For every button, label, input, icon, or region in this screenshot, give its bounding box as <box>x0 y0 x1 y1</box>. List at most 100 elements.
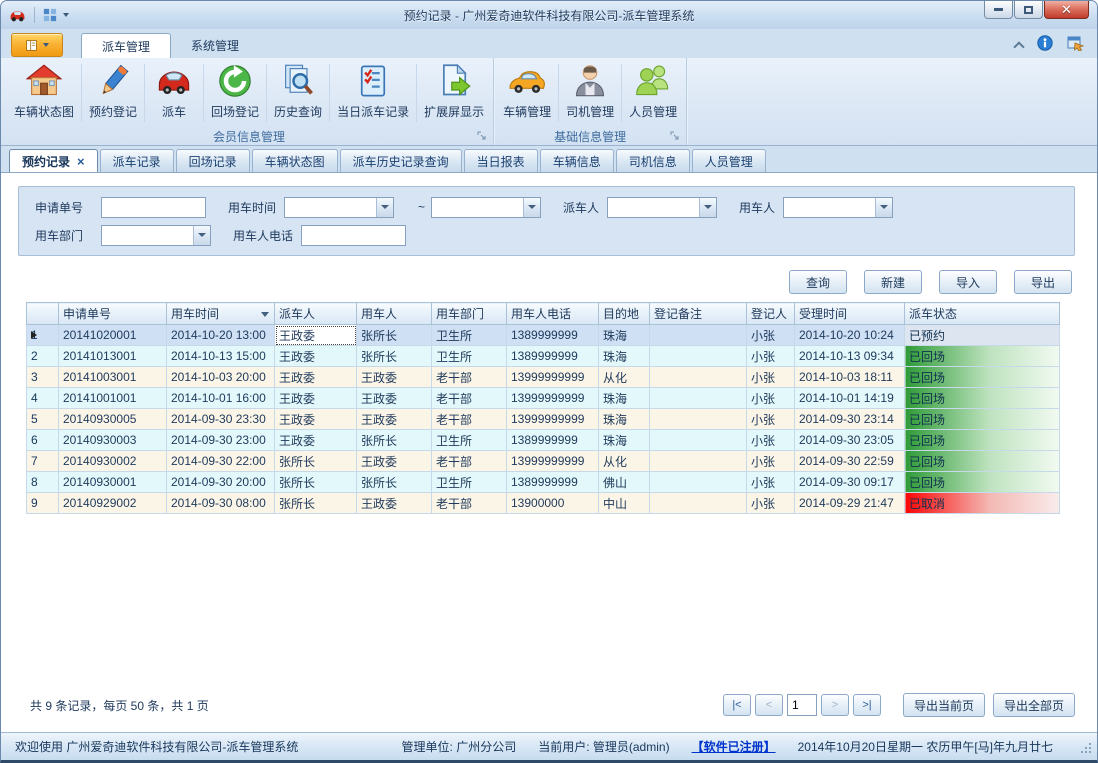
cell-登记备注[interactable] <box>650 451 747 472</box>
ribbon-button-预约登记[interactable]: 预约登记 <box>82 58 144 128</box>
cell-目的地[interactable]: 珠海 <box>599 409 650 430</box>
combo-input[interactable] <box>432 198 523 217</box>
cell-目的地[interactable]: 中山 <box>599 493 650 514</box>
document-tab-人员管理[interactable]: 人员管理 <box>692 149 766 172</box>
ribbon-button-派车[interactable]: 派车 <box>145 58 203 128</box>
cell-申请单号[interactable]: 20140930002 <box>59 451 167 472</box>
ribbon-button-车辆状态图[interactable]: 车辆状态图 <box>7 58 81 128</box>
first-page-button[interactable]: |< <box>723 694 751 716</box>
cell-用车人[interactable]: 王政委 <box>357 388 432 409</box>
row-indicator[interactable]: 4 <box>27 388 59 409</box>
combo-input[interactable] <box>102 226 193 245</box>
cell-登记备注[interactable] <box>650 388 747 409</box>
window-style-icon[interactable] <box>1067 35 1085 54</box>
cell-登记人[interactable]: 小张 <box>747 367 795 388</box>
tab-close-icon[interactable]: × <box>77 155 85 168</box>
cell-登记人[interactable]: 小张 <box>747 493 795 514</box>
table-row-7[interactable]: 7201409300022014-09-30 22:00张所长王政委老干部139… <box>27 451 1060 472</box>
cell-登记备注[interactable] <box>650 409 747 430</box>
minimize-button[interactable] <box>984 1 1013 19</box>
cell-用车人电话[interactable]: 1389999999 <box>507 346 599 367</box>
cell-目的地[interactable]: 珠海 <box>599 346 650 367</box>
row-indicator[interactable]: 9 <box>27 493 59 514</box>
dropdown-button[interactable] <box>699 198 716 217</box>
cell-派车人[interactable]: 王政委 <box>275 346 357 367</box>
dialog-launcher-icon[interactable] <box>670 130 680 144</box>
cell-用车人电话[interactable]: 1389999999 <box>507 430 599 451</box>
resize-grip-icon[interactable] <box>1079 741 1091 753</box>
cell-登记备注[interactable] <box>650 472 747 493</box>
dropdown-button[interactable] <box>376 198 393 217</box>
column-header-派车状态[interactable]: 派车状态 <box>905 303 1060 325</box>
cell-派车人[interactable]: 张所长 <box>275 451 357 472</box>
combo-input[interactable] <box>784 198 875 217</box>
cell-目的地[interactable]: 珠海 <box>599 388 650 409</box>
column-header-登记备注[interactable]: 登记备注 <box>650 303 747 325</box>
cell-受理时间[interactable]: 2014-10-03 18:11 <box>795 367 905 388</box>
ribbon-button-历史查询[interactable]: 历史查询 <box>267 58 329 128</box>
column-header-登记人[interactable]: 登记人 <box>747 303 795 325</box>
filter-dropdown-icon[interactable] <box>261 312 269 317</box>
column-header-用车人电话[interactable]: 用车人电话 <box>507 303 599 325</box>
ribbon-tab-2[interactable]: 系统管理 <box>171 33 259 58</box>
cell-申请单号[interactable]: 20140930005 <box>59 409 167 430</box>
cell-用车时间[interactable]: 2014-10-20 13:00 <box>167 325 275 346</box>
cell-派车人[interactable]: 王政委 <box>275 367 357 388</box>
cell-登记人[interactable]: 小张 <box>747 430 795 451</box>
document-tab-车辆状态图[interactable]: 车辆状态图 <box>252 149 338 172</box>
cell-申请单号[interactable]: 20141003001 <box>59 367 167 388</box>
cell-目的地[interactable]: 从化 <box>599 367 650 388</box>
column-header-用车时间[interactable]: 用车时间 <box>167 303 275 325</box>
table-row-9[interactable]: 9201409290022014-09-30 08:00张所长王政委老干部139… <box>27 493 1060 514</box>
cell-派车人[interactable]: 张所长 <box>275 472 357 493</box>
last-page-button[interactable]: >| <box>853 694 881 716</box>
column-header-用车部门[interactable]: 用车部门 <box>432 303 507 325</box>
cell-用车部门[interactable]: 卫生所 <box>432 346 507 367</box>
ribbon-tab-1[interactable]: 派车管理 <box>81 33 171 58</box>
next-page-button[interactable]: > <box>821 694 849 716</box>
row-indicator[interactable]: 1 <box>27 325 59 346</box>
用车人电话-input[interactable] <box>301 225 406 246</box>
cell-登记人[interactable]: 小张 <box>747 325 795 346</box>
cell-用车时间[interactable]: 2014-10-13 15:00 <box>167 346 275 367</box>
cell-用车人电话[interactable]: 1389999999 <box>507 325 599 346</box>
cell-受理时间[interactable]: 2014-09-30 22:59 <box>795 451 905 472</box>
cell-用车部门[interactable]: 老干部 <box>432 451 507 472</box>
cell-用车人电话[interactable]: 1389999999 <box>507 472 599 493</box>
cell-申请单号[interactable]: 20140930003 <box>59 430 167 451</box>
export-current-page-button[interactable]: 导出当前页 <box>903 693 985 717</box>
action-button-查询[interactable]: 查询 <box>789 270 847 294</box>
cell-登记备注[interactable] <box>650 325 747 346</box>
document-tab-派车历史记录查询[interactable]: 派车历史记录查询 <box>340 149 462 172</box>
row-indicator[interactable]: 7 <box>27 451 59 472</box>
info-icon[interactable] <box>1037 35 1053 54</box>
cell-申请单号[interactable]: 20141013001 <box>59 346 167 367</box>
application-menu-button[interactable] <box>11 33 63 57</box>
document-tab-派车记录[interactable]: 派车记录 <box>100 149 174 172</box>
license-registered-link[interactable]: 【软件已注册】 <box>692 738 776 755</box>
collapse-ribbon-icon[interactable] <box>1013 41 1024 52</box>
document-tab-车辆信息[interactable]: 车辆信息 <box>540 149 614 172</box>
cell-用车时间[interactable]: 2014-09-30 23:00 <box>167 430 275 451</box>
document-tab-预约记录[interactable]: 预约记录× <box>9 149 98 172</box>
document-tab-司机信息[interactable]: 司机信息 <box>616 149 690 172</box>
cell-用车部门[interactable]: 卫生所 <box>432 325 507 346</box>
ribbon-button-车辆管理[interactable]: 车辆管理 <box>496 58 558 128</box>
action-button-导出[interactable]: 导出 <box>1014 270 1072 294</box>
column-header-用车人[interactable]: 用车人 <box>357 303 432 325</box>
table-row-4[interactable]: 4201410010012014-10-01 16:00王政委王政委老干部139… <box>27 388 1060 409</box>
table-row-3[interactable]: 3201410030012014-10-03 20:00王政委王政委老干部139… <box>27 367 1060 388</box>
cell-用车人[interactable]: 王政委 <box>357 451 432 472</box>
ribbon-button-当日派车记录[interactable]: 当日派车记录 <box>330 58 416 128</box>
cell-用车时间[interactable]: 2014-09-30 22:00 <box>167 451 275 472</box>
cell-申请单号[interactable]: 20140930001 <box>59 472 167 493</box>
prev-page-button[interactable]: < <box>755 694 783 716</box>
document-tab-当日报表[interactable]: 当日报表 <box>464 149 538 172</box>
cell-登记人[interactable]: 小张 <box>747 451 795 472</box>
ribbon-button-扩展屏显示[interactable]: 扩展屏显示 <box>417 58 491 128</box>
ribbon-button-回场登记[interactable]: 回场登记 <box>204 58 266 128</box>
row-indicator[interactable]: 6 <box>27 430 59 451</box>
cell-用车人电话[interactable]: 13900000 <box>507 493 599 514</box>
action-button-新建[interactable]: 新建 <box>864 270 922 294</box>
cell-登记人[interactable]: 小张 <box>747 409 795 430</box>
